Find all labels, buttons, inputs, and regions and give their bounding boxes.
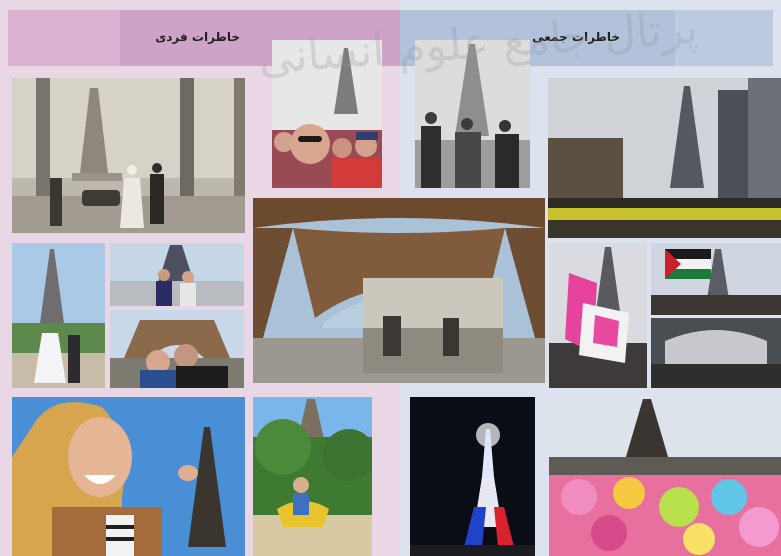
photo-couple-hug bbox=[110, 310, 244, 388]
photo-pink-flags-protest bbox=[549, 243, 647, 388]
photo-palestine-flag bbox=[651, 243, 781, 315]
photo-child-playground bbox=[253, 397, 372, 556]
photo-tower-tricolor-night bbox=[410, 397, 535, 556]
photo-protest-street bbox=[548, 78, 781, 238]
photo-crowd-under-arch bbox=[651, 318, 781, 388]
photo-laughing-girl bbox=[12, 397, 245, 556]
photo-couple-trocadero bbox=[110, 243, 244, 306]
photo-wedding-bw bbox=[12, 78, 245, 233]
photo-tower-base-old-photo bbox=[253, 198, 545, 383]
heading-individual-memories: خاطرات فردی bbox=[155, 30, 240, 44]
photo-colour-run-crowd bbox=[549, 397, 781, 556]
photo-couple-wedding-color bbox=[12, 243, 105, 388]
